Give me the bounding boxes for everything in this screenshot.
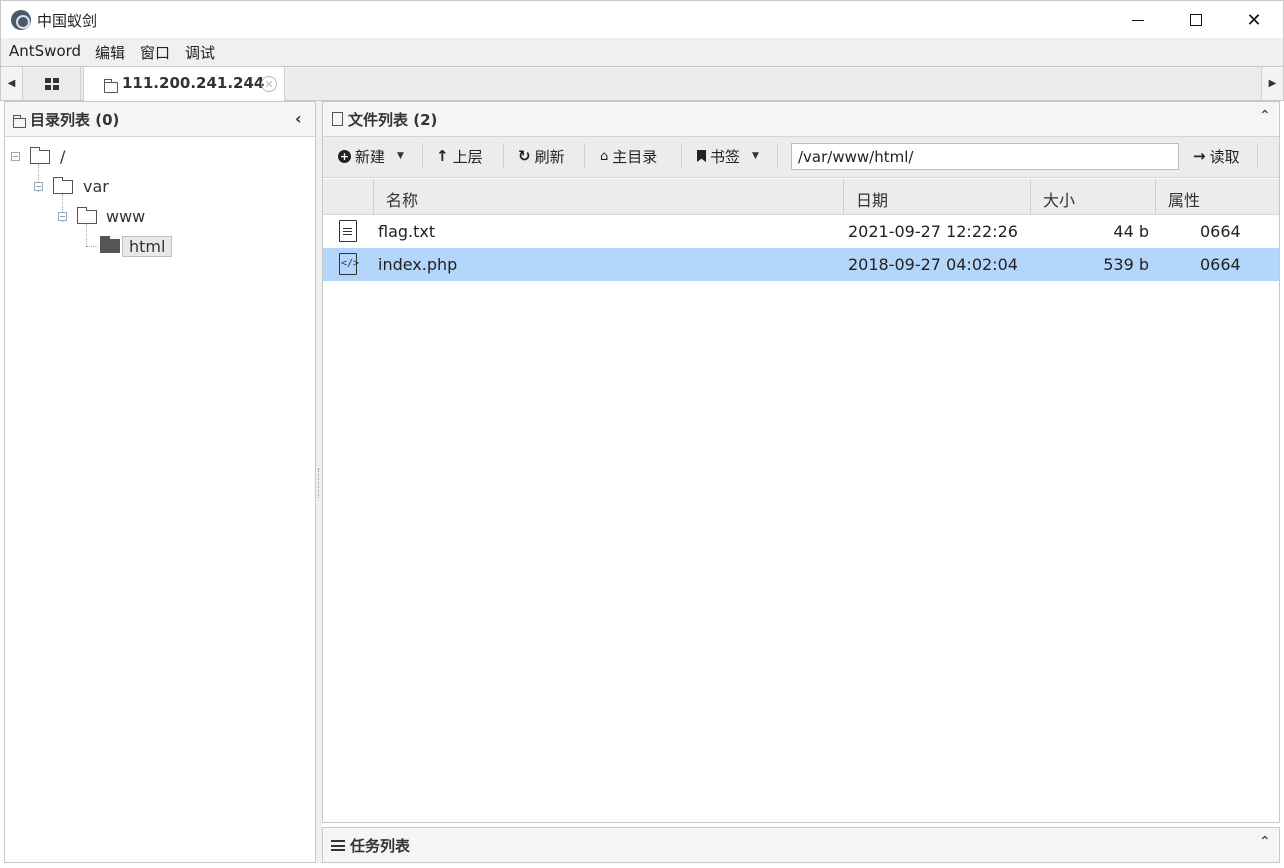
read-button-label: 读取 — [1209, 147, 1240, 166]
file-attr: 0664 — [1200, 255, 1241, 274]
file-row[interactable]: flag.txt 2021-09-27 12:22:26 44 b 0664 — [323, 215, 1279, 248]
path-input[interactable] — [791, 143, 1179, 170]
tab-scroll-right-button[interactable]: ▶ — [1261, 67, 1283, 100]
menu-debug[interactable]: 调试 — [185, 42, 215, 63]
maximize-button[interactable] — [1167, 1, 1225, 39]
tab-close-icon[interactable]: ✕ — [261, 76, 277, 92]
directory-panel-header: 目录列表 (0) ‹ — [5, 102, 315, 137]
tab-bar: ◀ 111.200.241.244 ✕ ▶ — [0, 66, 1284, 101]
code-file-icon: </> — [339, 253, 359, 275]
task-panel-title: 任务列表 — [350, 837, 411, 855]
bookmark-button-label: 书签 — [710, 147, 741, 166]
file-size: 539 b — [1103, 255, 1149, 274]
folder-icon — [53, 177, 73, 194]
file-toolbar: + 新建 ▼ ↑ 上层 ↻ 刷新 ⌂ 主目录 书签 ▼ → 读取 — [323, 137, 1279, 178]
read-button[interactable]: → 读取 — [1193, 145, 1240, 167]
maximize-icon — [1190, 14, 1202, 26]
collapse-up-icon[interactable]: ⌃ — [1259, 108, 1271, 124]
file-panel-title: 文件列表 (2) — [348, 111, 438, 129]
list-icon — [331, 840, 345, 851]
up-button-label: 上层 — [452, 147, 483, 166]
tree-node-www[interactable]: www — [106, 207, 145, 226]
column-name[interactable]: 名称 — [374, 179, 844, 215]
folder-filled-icon — [100, 236, 120, 253]
close-window-button[interactable]: ✕ — [1225, 1, 1283, 39]
directory-panel: 目录列表 (0) ‹ − / − var − www html — [4, 101, 316, 863]
minimize-icon — [1132, 19, 1144, 21]
refresh-button-label: 刷新 — [534, 147, 565, 166]
folder-icon — [77, 207, 97, 224]
task-panel: 任务列表 ⌃ — [322, 827, 1280, 863]
expand-task-icon[interactable]: ⌃ — [1259, 834, 1271, 850]
file-name: flag.txt — [378, 222, 436, 241]
new-button[interactable]: + 新建 ▼ — [338, 145, 404, 167]
splitter-grip-icon — [318, 468, 320, 498]
title-bar: 中国蚁剑 ✕ — [0, 0, 1284, 38]
tree-toggle-www[interactable]: − — [58, 212, 67, 221]
file-panel-header: 文件列表 (2) ⌃ — [323, 102, 1279, 137]
menu-edit[interactable]: 编辑 — [95, 42, 125, 63]
file-attr: 0664 — [1200, 222, 1241, 241]
tree-toggle-root[interactable]: − — [11, 152, 20, 161]
tree-node-html[interactable]: html — [122, 236, 173, 257]
directory-panel-title: 目录列表 (0) — [30, 111, 120, 129]
tree-node-var[interactable]: var — [83, 177, 109, 196]
menu-window[interactable]: 窗口 — [140, 42, 170, 63]
column-size[interactable]: 大小 — [1031, 179, 1156, 215]
menu-antsword[interactable]: AntSword — [9, 42, 81, 60]
arrow-right-icon: → — [1193, 147, 1206, 165]
home-button[interactable]: ⌂ 主目录 — [600, 145, 657, 167]
home-icon: ⌂ — [600, 148, 609, 164]
column-attr[interactable]: 属性 — [1156, 179, 1279, 215]
file-date: 2018-09-27 04:02:04 — [848, 255, 1018, 274]
bookmark-icon — [697, 150, 706, 162]
collapse-left-icon[interactable]: ‹ — [295, 109, 302, 128]
text-file-icon — [339, 220, 357, 242]
column-date[interactable]: 日期 — [844, 179, 1031, 215]
caret-down-icon: ▼ — [397, 151, 404, 161]
tab-host-label: 111.200.241.244 — [122, 74, 265, 92]
folder-icon — [13, 115, 26, 128]
file-panel: 文件列表 (2) ⌃ + 新建 ▼ ↑ 上层 ↻ 刷新 ⌂ 主目录 书签 ▼ /… — [322, 101, 1280, 823]
new-button-label: 新建 — [355, 147, 386, 166]
caret-down-icon: ▼ — [752, 151, 759, 161]
folder-icon — [104, 79, 118, 93]
tab-dashboard[interactable] — [23, 67, 81, 100]
folder-icon — [30, 147, 50, 164]
tab-scroll-left-button[interactable]: ◀ — [1, 67, 23, 100]
up-button[interactable]: ↑ 上层 — [436, 145, 483, 167]
tree-toggle-var[interactable]: − — [34, 182, 43, 191]
home-button-label: 主目录 — [612, 147, 658, 166]
refresh-icon: ↻ — [518, 147, 531, 165]
tree-node-root[interactable]: / — [60, 147, 65, 166]
window-title: 中国蚁剑 — [37, 12, 98, 30]
file-name: index.php — [378, 255, 458, 274]
caret-left-icon: ◀ — [7, 78, 16, 89]
plus-circle-icon: + — [338, 149, 351, 163]
arrow-up-icon: ↑ — [436, 147, 449, 165]
file-row[interactable]: </> index.php 2018-09-27 04:02:04 539 b … — [323, 248, 1279, 281]
bookmark-button[interactable]: 书签 ▼ — [697, 145, 759, 167]
tab-host[interactable]: 111.200.241.244 ✕ — [83, 67, 285, 101]
grid-icon — [44, 77, 59, 90]
file-size: 44 b — [1113, 222, 1149, 241]
caret-right-icon: ▶ — [1268, 78, 1277, 89]
menu-bar: AntSword 编辑 窗口 调试 — [0, 38, 1284, 66]
column-icon — [323, 179, 374, 215]
refresh-button[interactable]: ↻ 刷新 — [518, 145, 565, 167]
file-icon — [332, 112, 343, 126]
file-grid-header: 名称 日期 大小 属性 — [323, 179, 1279, 215]
app-logo-icon — [11, 10, 31, 30]
file-date: 2021-09-27 12:22:26 — [848, 222, 1018, 241]
close-icon: ✕ — [1246, 9, 1262, 31]
minimize-button[interactable] — [1109, 1, 1167, 39]
